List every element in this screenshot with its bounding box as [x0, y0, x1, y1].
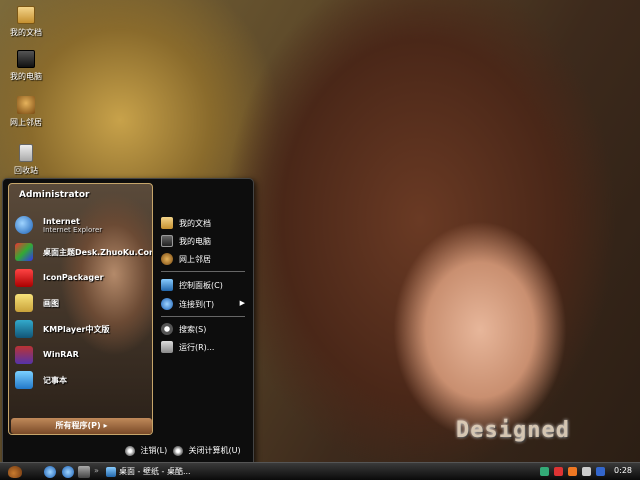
program-iconpackager[interactable]: IconPackager — [13, 267, 151, 289]
start-button[interactable] — [4, 464, 30, 480]
shutdown-label: 关闭计算机(U) — [188, 446, 241, 455]
guitar-icon — [8, 466, 22, 478]
program-internet-explorer[interactable]: Internet Internet Explorer — [13, 214, 151, 236]
control-panel-icon — [161, 279, 173, 291]
all-programs-button[interactable]: 所有程序(P) ▸ — [11, 418, 152, 434]
program-name: WinRAR — [43, 350, 79, 359]
start-menu-programs-panel: Administrator Internet Internet Explorer… — [8, 183, 153, 435]
tray-icon-app[interactable] — [582, 467, 591, 476]
window-icon — [106, 466, 116, 477]
place-network[interactable]: 网上邻居 — [159, 251, 247, 267]
taskbar: » 桌面 - 壁纸 - 桌酷... 0:28 — [0, 462, 640, 480]
quicklaunch-ie-icon[interactable] — [44, 466, 56, 478]
task-title: 桌面 - 壁纸 - 桌酷... — [119, 467, 191, 476]
program-notepad[interactable]: 记事本 — [13, 369, 151, 391]
tray-icon-network[interactable] — [540, 467, 549, 476]
arrow-right-icon: ▶ — [239, 299, 245, 307]
tray-icon-update[interactable] — [596, 467, 605, 476]
place-search[interactable]: 搜索(S) — [159, 321, 247, 337]
place-label: 网上邻居 — [179, 255, 211, 264]
theme-icon — [15, 243, 33, 261]
start-menu-places-panel: 我的文档 我的电脑 网上邻居 控制面板(C) 连接到(T) ▶ 搜索(S) 运行… — [155, 183, 249, 435]
logoff-label: 注销(L) — [140, 446, 168, 455]
iconpackager-icon — [15, 269, 33, 287]
program-winrar[interactable]: WinRAR — [13, 344, 151, 366]
start-menu-footer: 注销(L) 关闭计算机(U) — [3, 441, 253, 463]
program-name: 记事本 — [43, 376, 67, 385]
folder-documents-icon — [17, 6, 35, 24]
program-kmplayer[interactable]: KMPlayer中文版 — [13, 318, 151, 340]
place-label: 运行(R)... — [179, 343, 215, 352]
place-label: 搜索(S) — [179, 325, 207, 334]
system-tray: 0:28 — [534, 463, 640, 480]
desktop-icon-recycle-bin[interactable]: 回收站 — [4, 144, 48, 176]
network-icon — [17, 96, 35, 114]
shutdown-icon — [173, 445, 183, 456]
desktop-icon-label: 我的电脑 — [10, 72, 42, 81]
place-connect-to[interactable]: 连接到(T) ▶ — [159, 296, 247, 312]
chevron-right-icon[interactable]: » — [94, 466, 99, 475]
notepad-icon — [15, 371, 33, 389]
program-name: 画图 — [43, 299, 59, 308]
shutdown-button[interactable]: 关闭计算机(U) — [173, 445, 241, 459]
taskbar-window-button[interactable]: 桌面 - 壁纸 - 桌酷... — [106, 464, 198, 480]
logoff-button[interactable]: 注销(L) — [125, 445, 167, 459]
internet-explorer-icon — [15, 216, 33, 234]
winrar-icon — [15, 346, 33, 364]
connect-icon — [161, 298, 173, 310]
documents-icon — [161, 217, 173, 229]
desktop-icon-network[interactable]: 网上邻居 — [4, 96, 48, 128]
program-name: 桌面主题Desk.ZhuoKu.Com — [43, 248, 153, 257]
program-paint[interactable]: 画图 — [13, 292, 151, 314]
desktop-icon-label: 我的文档 — [10, 28, 42, 37]
paint-icon — [15, 294, 33, 312]
desktop-icon-my-computer[interactable]: 我的电脑 — [4, 50, 48, 82]
place-label: 我的电脑 — [179, 237, 211, 246]
search-icon — [161, 323, 173, 335]
quicklaunch-show-desktop-icon[interactable] — [78, 466, 90, 478]
tray-icon-volume[interactable] — [554, 467, 563, 476]
place-control-panel[interactable]: 控制面板(C) — [159, 277, 247, 293]
menu-divider — [161, 316, 245, 317]
menu-divider — [161, 271, 245, 272]
desktop-icon-my-documents[interactable]: 我的文档 — [4, 6, 48, 38]
program-theme[interactable]: 桌面主题Desk.ZhuoKu.Com — [13, 241, 153, 263]
logoff-icon — [125, 445, 135, 456]
program-name: KMPlayer中文版 — [43, 325, 110, 334]
start-menu: Administrator Internet Internet Explorer… — [2, 178, 254, 464]
quicklaunch-browser-icon[interactable] — [62, 466, 74, 478]
designed-watermark: Designed — [456, 418, 570, 443]
all-programs-label: 所有程序(P) — [55, 421, 101, 430]
place-my-documents[interactable]: 我的文档 — [159, 215, 247, 231]
desktop-icon-label: 网上邻居 — [10, 118, 42, 127]
run-icon — [161, 341, 173, 353]
computer-icon — [161, 235, 173, 247]
computer-icon — [17, 50, 35, 68]
place-label: 控制面板(C) — [179, 281, 223, 290]
place-label: 我的文档 — [179, 219, 211, 228]
arrow-right-icon: ▸ — [103, 421, 108, 430]
desktop-icon-label: 回收站 — [14, 166, 38, 175]
network-icon — [161, 253, 173, 265]
place-label: 连接到(T) — [179, 300, 215, 309]
place-run[interactable]: 运行(R)... — [159, 339, 247, 355]
program-name: Internet — [43, 217, 80, 226]
program-subtitle: Internet Explorer — [43, 226, 103, 234]
tray-icon-security[interactable] — [568, 467, 577, 476]
clock[interactable]: 0:28 — [614, 466, 632, 475]
user-name: Administrator — [19, 190, 90, 200]
place-my-computer[interactable]: 我的电脑 — [159, 233, 247, 249]
program-name: IconPackager — [43, 273, 104, 282]
recycle-bin-icon — [19, 144, 33, 162]
kmplayer-icon — [15, 320, 33, 338]
